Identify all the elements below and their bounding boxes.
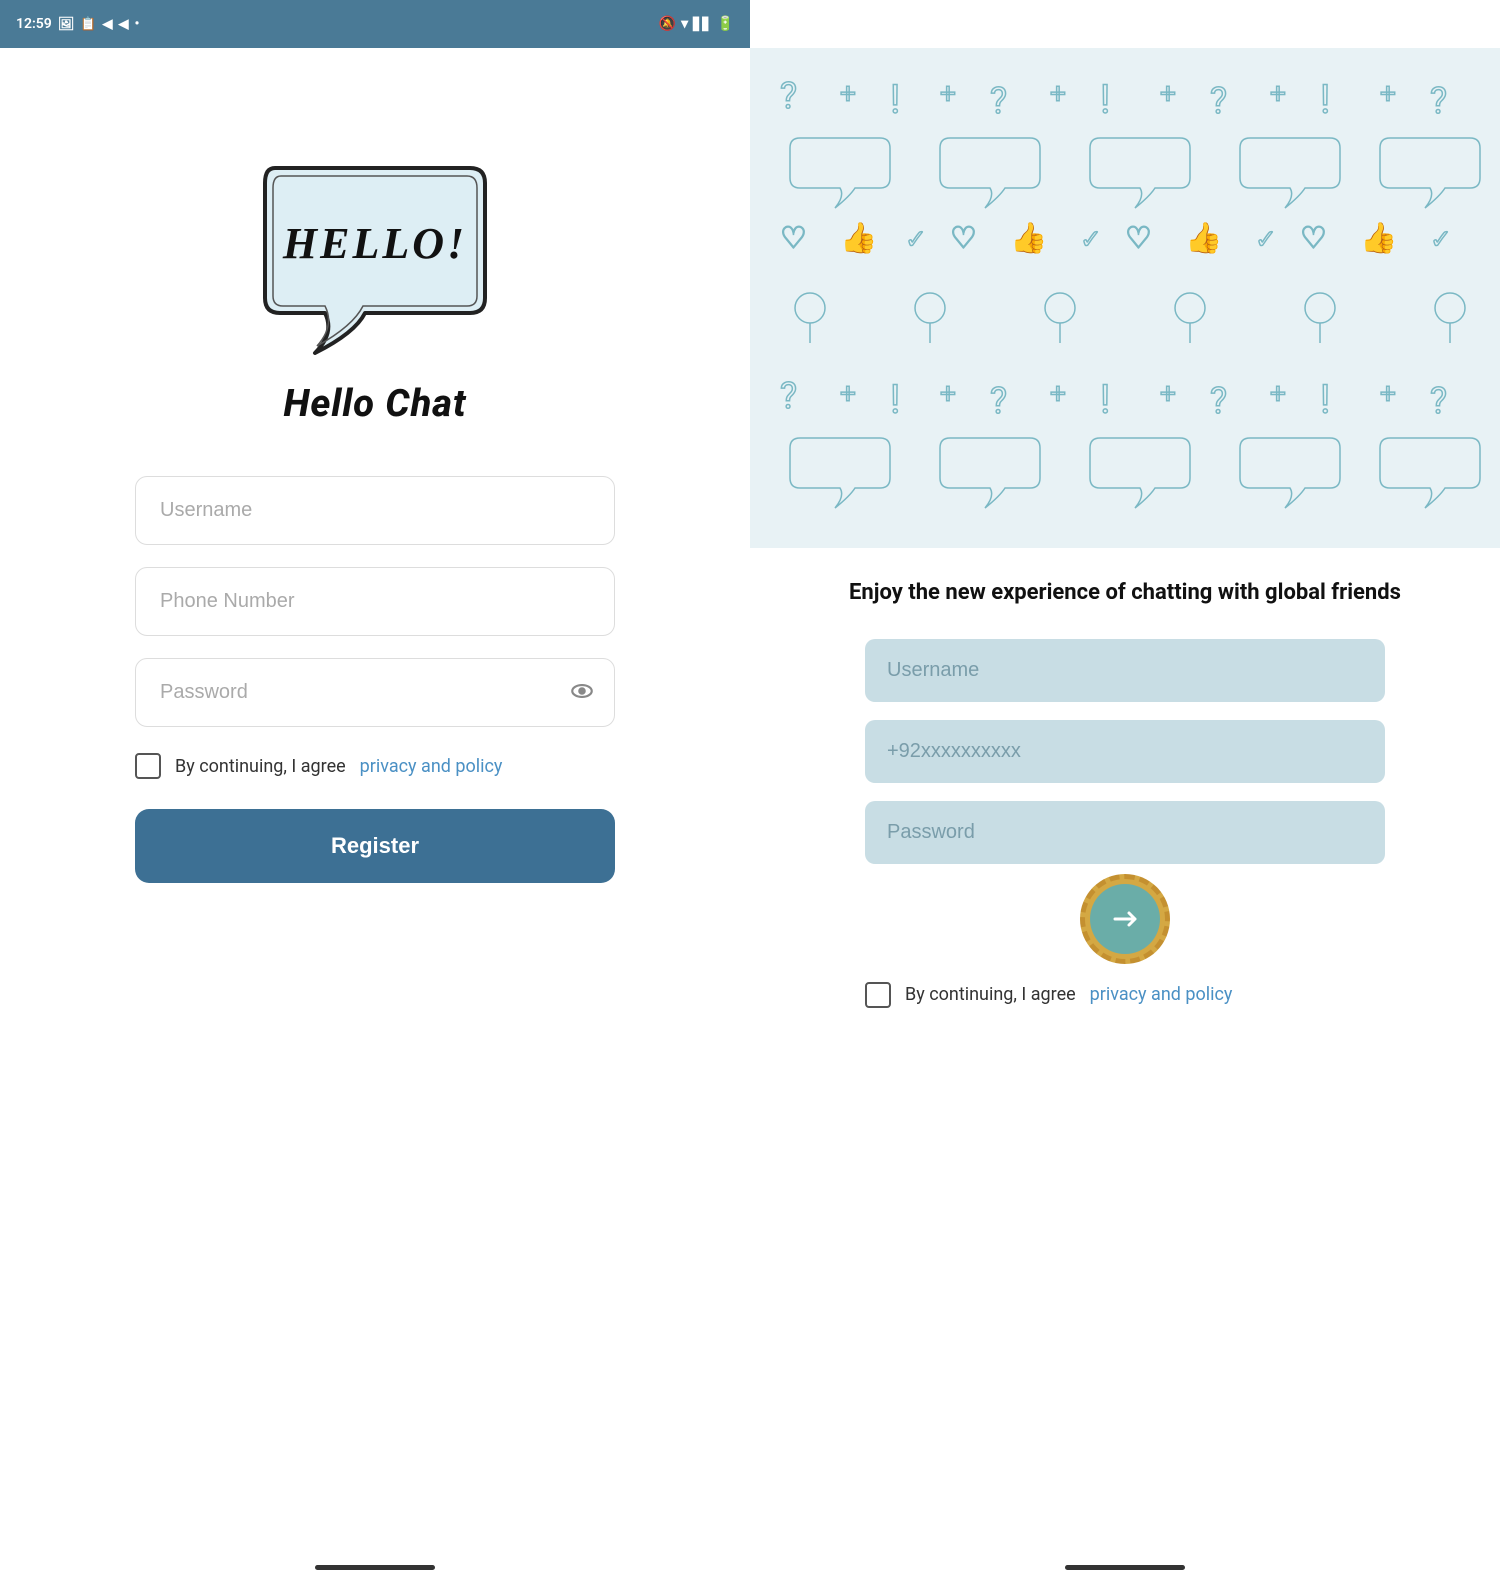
- logo-container: HELLO!: [245, 148, 505, 362]
- svg-text:+: +: [1380, 77, 1396, 110]
- svg-text:👍: 👍: [1360, 220, 1397, 256]
- svg-text:♡: ♡: [950, 221, 977, 256]
- username-input-left[interactable]: [135, 476, 615, 545]
- privacy-link-left[interactable]: privacy and policy: [360, 756, 503, 777]
- nav-icon: ◀: [103, 17, 113, 32]
- svg-text:!: !: [890, 76, 900, 123]
- left-panel: HELLO! Hello Chat By continui: [0, 48, 750, 1588]
- svg-text:✓: ✓: [905, 225, 927, 255]
- tagline: Enjoy the new experience of chatting wit…: [849, 578, 1401, 609]
- svg-text:+: +: [1160, 377, 1176, 410]
- svg-text:👍: 👍: [840, 220, 877, 256]
- agree-checkbox-right[interactable]: [865, 982, 891, 1008]
- phone-input-right[interactable]: [865, 720, 1385, 783]
- svg-text:✓: ✓: [1080, 225, 1102, 255]
- svg-text:?: ?: [1430, 380, 1447, 422]
- svg-text:✓: ✓: [1430, 225, 1452, 255]
- svg-text:!: !: [1100, 376, 1110, 423]
- time-display: 12:59: [16, 16, 52, 32]
- svg-text:+: +: [940, 77, 956, 110]
- svg-text:?: ?: [1210, 380, 1227, 422]
- password-input-right[interactable]: [865, 801, 1385, 864]
- svg-text:?: ?: [1210, 80, 1227, 122]
- svg-text:♡: ♡: [1125, 221, 1152, 256]
- svg-text:+: +: [940, 377, 956, 410]
- submit-arrow-button[interactable]: [1080, 874, 1170, 964]
- mute-icon: 🔕: [659, 16, 676, 32]
- password-toggle-icon[interactable]: [569, 678, 595, 708]
- svg-text:+: +: [1270, 377, 1286, 410]
- signal-icon: ▋▋: [693, 17, 711, 31]
- arrow-btn-container: [1080, 874, 1170, 964]
- note-icon: 📋: [80, 17, 96, 32]
- battery-icon: 🔋: [717, 16, 734, 32]
- svg-text:!: !: [1100, 76, 1110, 123]
- svg-text:+: +: [1380, 377, 1396, 410]
- agree-checkbox-left[interactable]: [135, 753, 161, 779]
- nav2-icon: ◀: [119, 17, 129, 32]
- agree-text-right: By continuing, I agree: [905, 984, 1076, 1005]
- nav-indicator-right: [1065, 1565, 1185, 1570]
- svg-text:+: +: [1050, 77, 1066, 110]
- svg-text:♡: ♡: [780, 221, 807, 256]
- app-title: Hello Chat: [283, 382, 466, 426]
- right-panel: ? + ! + ? + ! + ? + ! + ? ♡: [750, 48, 1500, 1588]
- dot-icon: •: [135, 16, 140, 32]
- svg-text:!: !: [1320, 376, 1330, 423]
- svg-text:👍: 👍: [1185, 220, 1222, 256]
- hello-bubble-logo: HELLO!: [245, 148, 505, 358]
- privacy-link-right[interactable]: privacy and policy: [1090, 984, 1233, 1005]
- left-form: By continuing, I agree privacy and polic…: [135, 476, 615, 883]
- svg-text:✓: ✓: [1255, 225, 1277, 255]
- status-bar-left: 12:59 🖼 📋 ◀ ◀ •: [16, 16, 139, 32]
- svg-text:♡: ♡: [1300, 221, 1327, 256]
- right-content: Enjoy the new experience of chatting wit…: [750, 548, 1500, 1048]
- svg-text:+: +: [1160, 77, 1176, 110]
- pattern-background: ? + ! + ? + ! + ? + ! + ? ♡: [750, 48, 1500, 548]
- register-button[interactable]: Register: [135, 809, 615, 883]
- status-bar-right: 🔕 ▾ ▋▋ 🔋: [659, 16, 734, 32]
- right-form: [865, 639, 1385, 864]
- nav-indicator-left: [315, 1565, 435, 1570]
- agree-row-left: By continuing, I agree privacy and polic…: [135, 753, 615, 779]
- svg-text:HELLO!: HELLO!: [282, 219, 467, 268]
- status-bar: 12:59 🖼 📋 ◀ ◀ • 🔕 ▾ ▋▋ 🔋: [0, 0, 750, 48]
- arrow-inner: [1090, 884, 1160, 954]
- phone-input-left[interactable]: [135, 567, 615, 636]
- svg-text:?: ?: [780, 375, 797, 417]
- svg-text:+: +: [1050, 377, 1066, 410]
- username-input-right[interactable]: [865, 639, 1385, 702]
- agree-row-right: By continuing, I agree privacy and polic…: [865, 982, 1385, 1008]
- photo-icon: 🖼: [58, 17, 75, 32]
- password-wrapper-left: [135, 658, 615, 727]
- svg-text:+: +: [840, 377, 856, 410]
- svg-text:+: +: [840, 77, 856, 110]
- svg-text:+: +: [1270, 77, 1286, 110]
- password-input-left[interactable]: [135, 658, 615, 727]
- svg-text:?: ?: [990, 380, 1007, 422]
- wifi-icon: ▾: [681, 16, 688, 32]
- svg-text:?: ?: [1430, 80, 1447, 122]
- svg-text:?: ?: [780, 75, 797, 117]
- svg-text:!: !: [1320, 76, 1330, 123]
- svg-text:👍: 👍: [1010, 220, 1047, 256]
- svg-text:?: ?: [990, 80, 1007, 122]
- svg-text:!: !: [890, 376, 900, 423]
- agree-text-left: By continuing, I agree: [175, 756, 346, 777]
